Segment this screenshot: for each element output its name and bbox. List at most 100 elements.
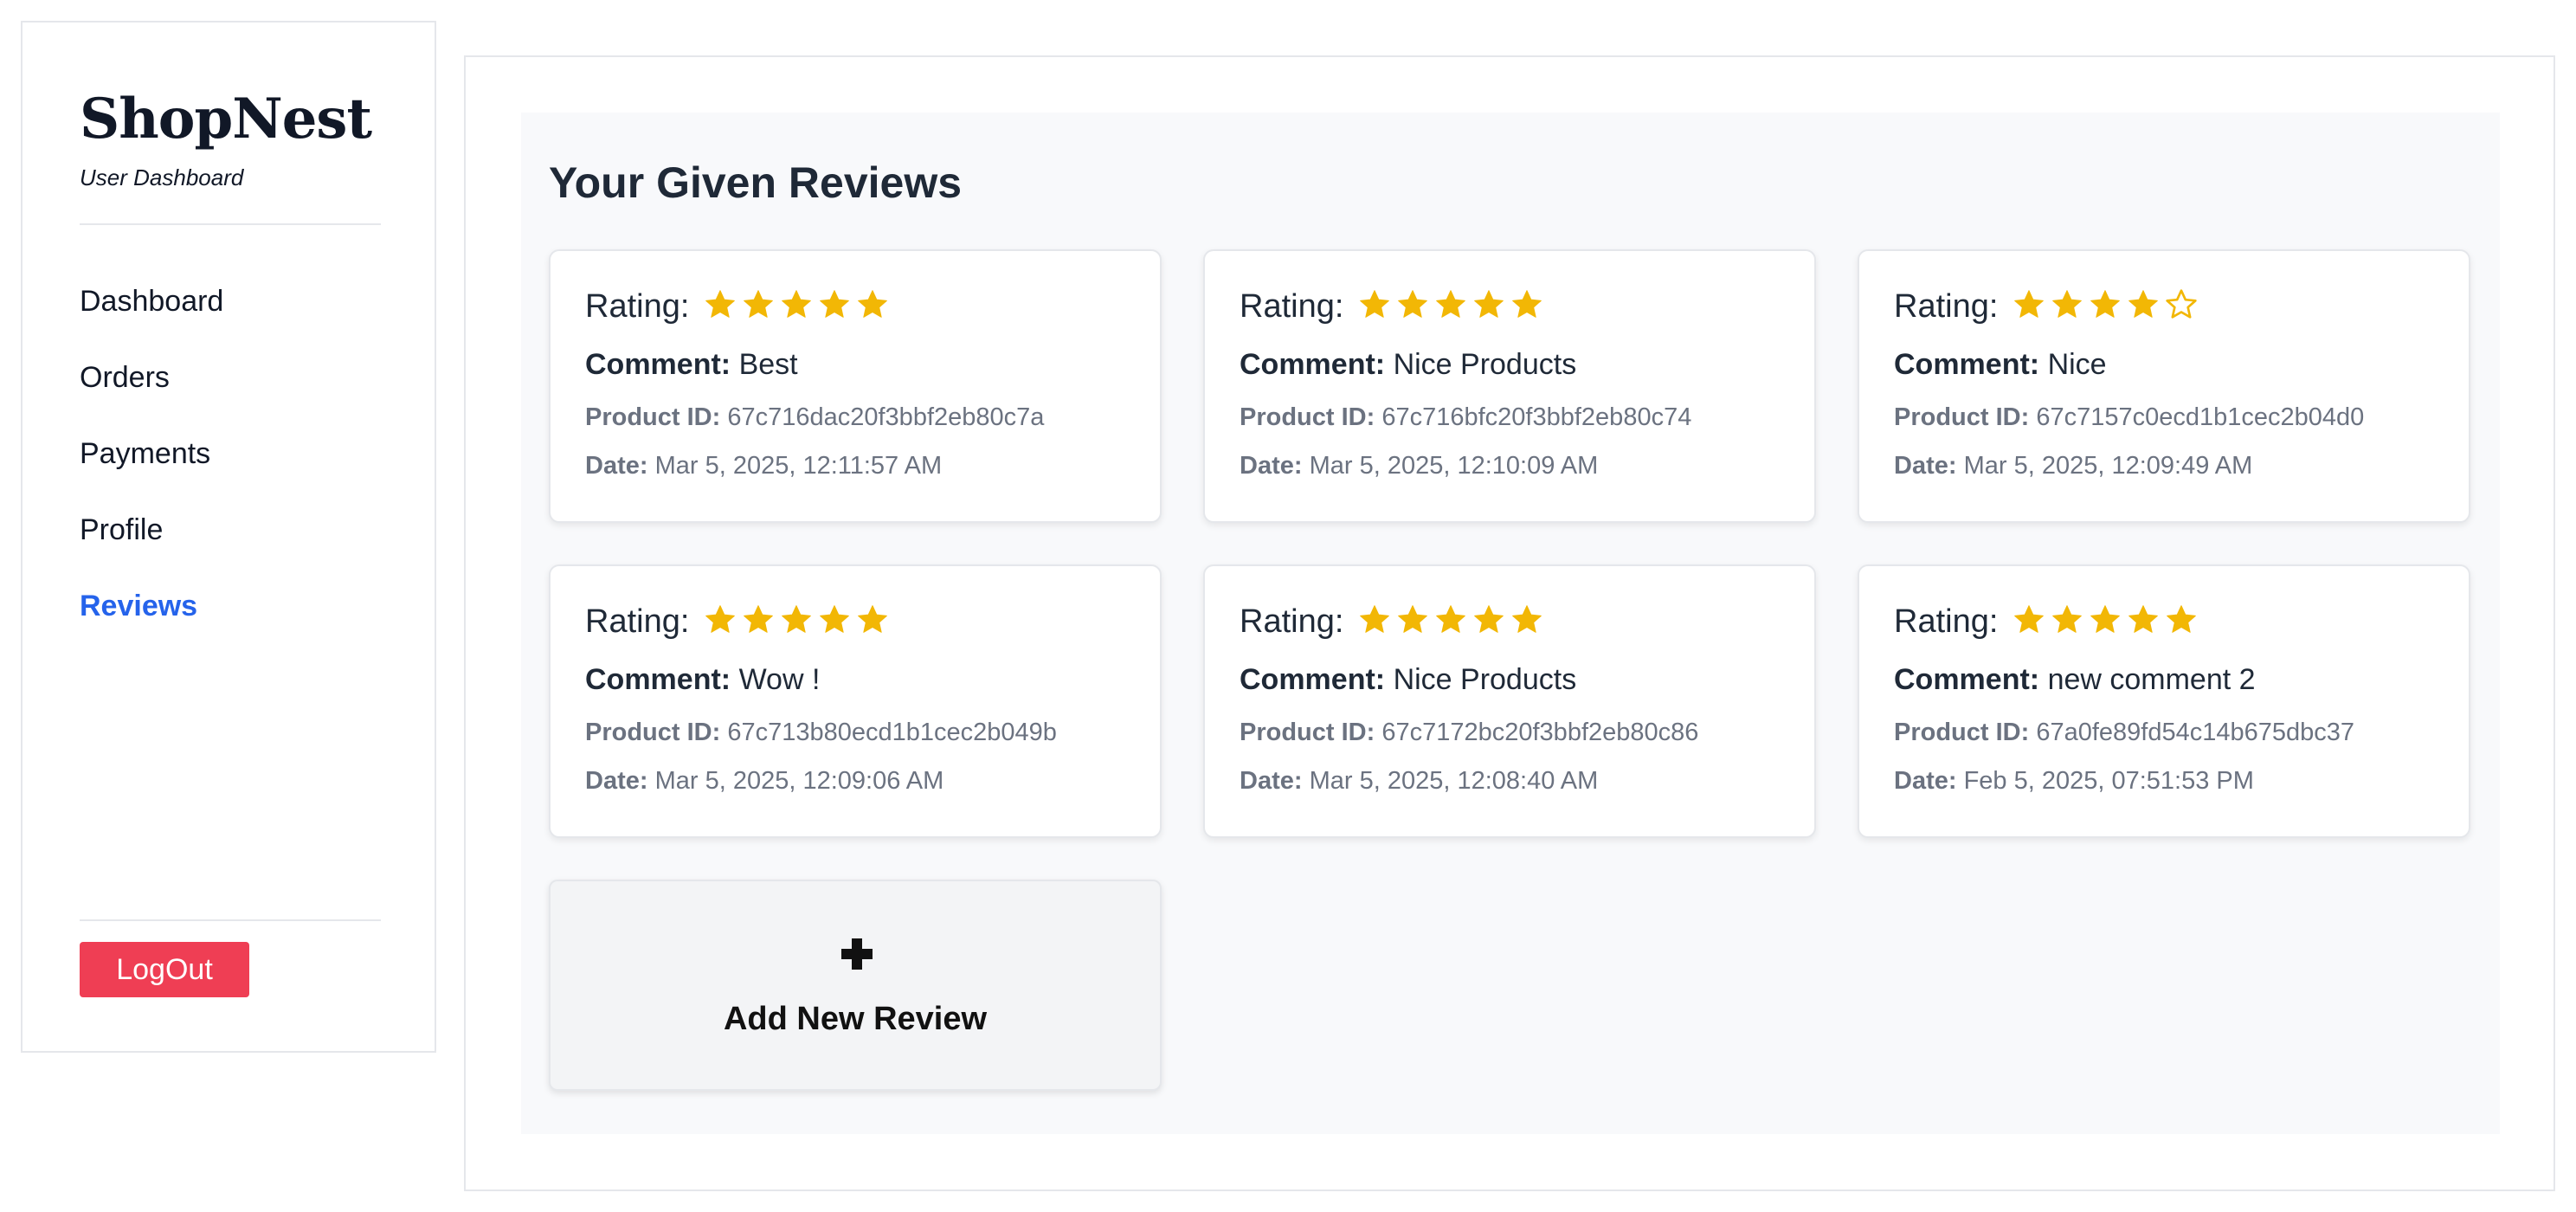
star-filled-icon — [2126, 603, 2164, 641]
star-filled-icon — [1510, 603, 1548, 641]
star-filled-icon — [2126, 287, 2164, 326]
rating-row: Rating: — [1894, 603, 2202, 641]
star-filled-icon — [1395, 287, 1433, 326]
date-row: Date: Mar 5, 2025, 12:09:06 AM — [585, 767, 943, 796]
star-filled-icon — [855, 287, 893, 326]
star-rating — [1357, 287, 1548, 326]
star-filled-icon — [1472, 603, 1510, 641]
product-id-label: Product ID: — [1894, 403, 2030, 431]
star-filled-icon — [741, 603, 779, 641]
review-card: Rating: Comment: Wow ! Product ID: 67c713b… — [549, 564, 1162, 838]
comment-row: Comment: Best — [585, 348, 798, 382]
product-id-row: Product ID: 67c713b80ecd1b1cec2b049b — [585, 719, 1057, 747]
product-id-row: Product ID: 67c716bfc20f3bbf2eb80c74 — [1240, 403, 1691, 432]
comment-label: Comment: — [585, 663, 731, 696]
date-row: Date: Mar 5, 2025, 12:11:57 AM — [585, 452, 942, 480]
rating-label: Rating: — [1894, 287, 1999, 325]
date-label: Date: — [1240, 452, 1303, 480]
star-filled-icon — [817, 287, 855, 326]
comment-row: Comment: Wow ! — [585, 663, 820, 697]
star-rating — [2012, 287, 2202, 326]
review-card: Rating: Comment: Best Product ID: 67c716da… — [549, 249, 1162, 523]
brand: ShopNest User Dashboard — [80, 92, 372, 191]
star-rating — [703, 287, 893, 326]
star-filled-icon — [1472, 287, 1510, 326]
star-rating — [1357, 603, 1548, 641]
page-title: Your Given Reviews — [549, 158, 963, 207]
rating-row: Rating: — [585, 603, 893, 641]
review-card: Rating: Comment: Nice Product ID: 67c7157c… — [1858, 249, 2470, 523]
date-value: Mar 5, 2025, 12:10:09 AM — [1309, 452, 1599, 480]
product-id-label: Product ID: — [585, 719, 721, 746]
date-label: Date: — [1894, 767, 1957, 795]
sidebar-item-dashboard[interactable]: Dashboard — [80, 280, 223, 357]
comment-value: Nice — [2047, 348, 2107, 381]
star-filled-icon — [779, 603, 817, 641]
logout-button[interactable]: LogOut — [80, 942, 249, 997]
sidebar-item-payments[interactable]: Payments — [80, 433, 223, 509]
sidebar: ShopNest User Dashboard Dashboard Orders… — [21, 21, 436, 1053]
add-review-label: Add New Review — [723, 1001, 988, 1037]
rating-row: Rating: — [1894, 287, 2202, 326]
rating-label: Rating: — [1240, 287, 1344, 325]
brand-subtitle: User Dashboard — [80, 164, 244, 190]
rating-label: Rating: — [1240, 603, 1344, 640]
brand-logo-text[interactable]: ShopNest — [80, 92, 372, 147]
product-id-value: 67a0fe89fd54c14b675dbc37 — [2036, 719, 2355, 746]
star-rating — [2012, 603, 2202, 641]
sidebar-divider-bottom — [80, 919, 381, 921]
star-filled-icon — [2164, 603, 2202, 641]
star-filled-icon — [2012, 603, 2050, 641]
review-card: Rating: Comment: Nice Products Product ID:… — [1203, 249, 1816, 523]
star-filled-icon — [2088, 287, 2126, 326]
date-value: Mar 5, 2025, 12:08:40 AM — [1309, 767, 1599, 795]
comment-value: new comment 2 — [2047, 663, 2256, 696]
date-label: Date: — [585, 767, 648, 795]
sidebar-item-profile[interactable]: Profile — [80, 509, 223, 585]
star-filled-icon — [703, 287, 741, 326]
date-label: Date: — [585, 452, 648, 480]
product-id-value: 67c716bfc20f3bbf2eb80c74 — [1381, 403, 1692, 431]
date-row: Date: Mar 5, 2025, 12:10:09 AM — [1240, 452, 1598, 480]
star-filled-icon — [1395, 603, 1433, 641]
product-id-label: Product ID: — [1240, 719, 1375, 746]
comment-value: Nice Products — [1393, 348, 1577, 381]
rating-label: Rating: — [585, 603, 690, 640]
star-filled-icon — [2088, 603, 2126, 641]
sidebar-item-orders[interactable]: Orders — [80, 357, 223, 433]
star-filled-icon — [741, 287, 779, 326]
date-row: Date: Mar 5, 2025, 12:09:49 AM — [1894, 452, 2252, 480]
star-filled-icon — [817, 603, 855, 641]
product-id-label: Product ID: — [585, 403, 721, 431]
rating-label: Rating: — [1894, 603, 1999, 640]
comment-label: Comment: — [1894, 663, 2040, 696]
main-content: Your Given Reviews Rating: Comment: Best P… — [464, 55, 2555, 1191]
star-filled-icon — [779, 287, 817, 326]
comment-value: Wow ! — [738, 663, 821, 696]
star-filled-icon — [1357, 603, 1395, 641]
star-filled-icon — [703, 603, 741, 641]
product-id-label: Product ID: — [1240, 403, 1375, 431]
star-filled-icon — [1510, 287, 1548, 326]
comment-label: Comment: — [1240, 348, 1386, 381]
comment-row: Comment: Nice — [1894, 348, 2107, 382]
comment-row: Comment: Nice Products — [1240, 348, 1576, 382]
review-card: Rating: Comment: Nice Products Product ID:… — [1203, 564, 1816, 838]
sidebar-nav: Dashboard Orders Payments Profile Review… — [80, 280, 223, 661]
product-id-value: 67c7157c0ecd1b1cec2b04d0 — [2036, 403, 2365, 431]
date-label: Date: — [1894, 452, 1957, 480]
star-filled-icon — [1433, 603, 1472, 641]
add-review-button[interactable]: Add New Review — [549, 880, 1162, 1091]
product-id-value: 67c713b80ecd1b1cec2b049b — [727, 719, 1057, 746]
star-filled-icon — [855, 603, 893, 641]
rating-row: Rating: — [1240, 287, 1548, 326]
rating-row: Rating: — [1240, 603, 1548, 641]
product-id-row: Product ID: 67a0fe89fd54c14b675dbc37 — [1894, 719, 2354, 747]
star-filled-icon — [1433, 287, 1472, 326]
product-id-value: 67c7172bc20f3bbf2eb80c86 — [1381, 719, 1699, 746]
reviews-panel: Your Given Reviews Rating: Comment: Best P… — [521, 113, 2500, 1134]
sidebar-item-reviews[interactable]: Reviews — [80, 585, 223, 661]
comment-label: Comment: — [1240, 663, 1386, 696]
date-row: Date: Mar 5, 2025, 12:08:40 AM — [1240, 767, 1598, 796]
rating-label: Rating: — [585, 287, 690, 325]
